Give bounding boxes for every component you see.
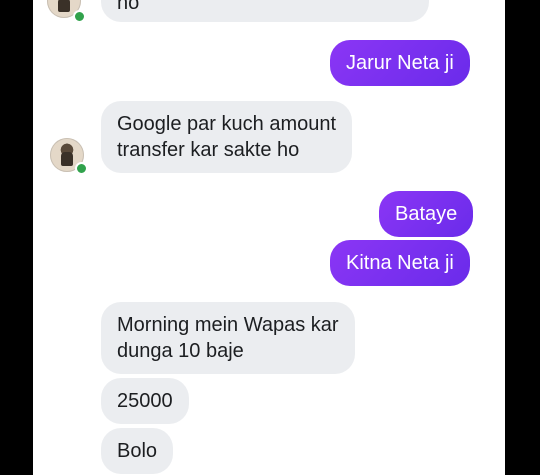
chat-thread: ho Jarur Neta ji Google par kuch amount … [33,0,505,475]
incoming-message-bubble[interactable]: Bolo [101,428,174,474]
message-text-line: Google par kuch amount [117,113,337,135]
incoming-message-bubble[interactable]: ho [101,0,429,22]
message-text-line: Morning mein Wapas kar [117,314,339,336]
message-text-line: transfer kar sakte ho [117,139,300,161]
message-text-line: dunga 10 baje [117,340,244,362]
avatar-figure [61,152,73,166]
message-text: Bataye [395,203,458,225]
incoming-message-bubble[interactable]: Morning mein Wapas kar dunga 10 baje [101,302,355,374]
message-text: Kitna Neta ji [346,252,454,274]
incoming-message-bubble[interactable]: Google par kuch amount transfer kar sakt… [101,101,353,173]
message-text: ho [117,0,140,14]
online-status-dot [75,162,88,175]
message-text: Bolo [117,440,158,462]
online-status-dot [73,10,86,23]
outgoing-message-bubble[interactable]: Kitna Neta ji [330,240,470,286]
avatar-figure [58,0,70,12]
incoming-message-bubble[interactable]: 25000 [101,378,189,424]
message-text: Jarur Neta ji [346,52,454,74]
outgoing-message-bubble[interactable]: Jarur Neta ji [330,40,470,86]
outgoing-message-bubble[interactable]: Bataye [379,191,474,237]
message-text: 25000 [117,390,173,412]
